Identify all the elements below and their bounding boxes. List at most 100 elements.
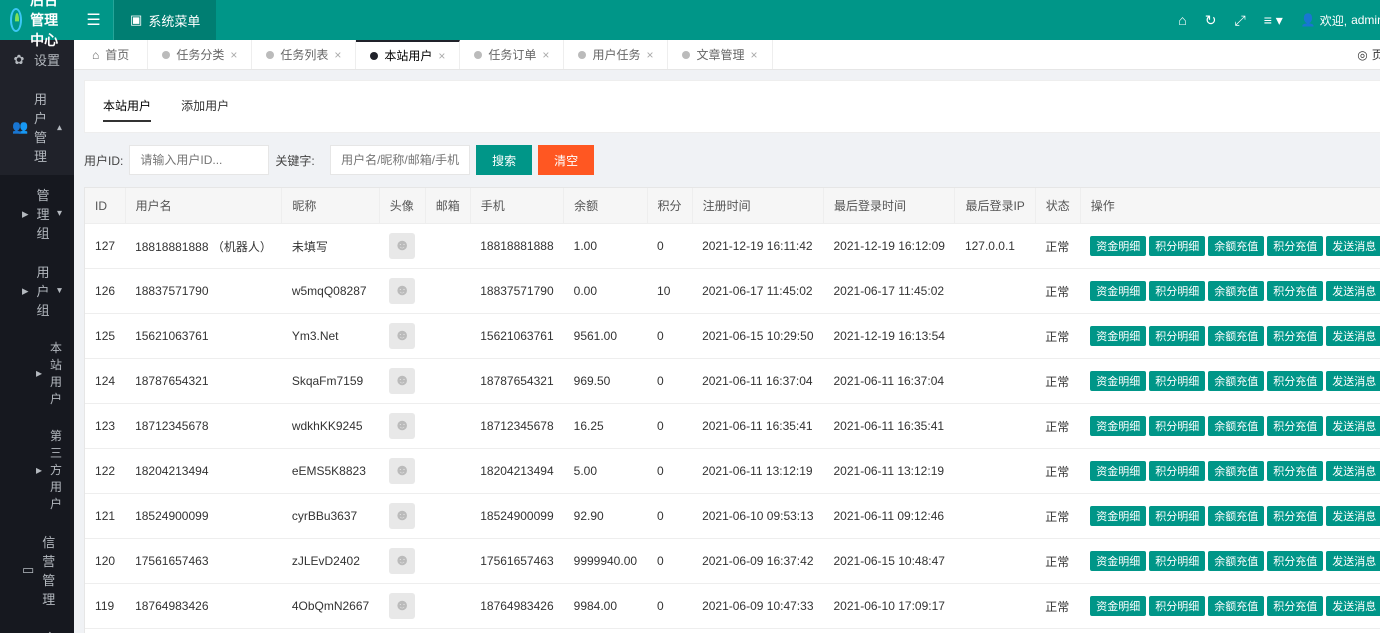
op-point-detail[interactable]: 积分明细 — [1149, 596, 1205, 616]
op-send-msg[interactable]: 发送消息 — [1326, 461, 1380, 481]
op-balance-topup[interactable]: 余额充值 — [1208, 506, 1264, 526]
sidebar-item-user-group[interactable]: ▸用户组 ▴ — [0, 252, 74, 329]
cell-email — [425, 224, 470, 269]
cell-ops: 资金明细积分明细余额充值积分充值发送消息拉黑 — [1080, 314, 1380, 359]
op-point-topup[interactable]: 积分充值 — [1267, 596, 1323, 616]
tab-home[interactable]: ⌂首页 — [74, 40, 148, 69]
op-point-topup[interactable]: 积分充值 — [1267, 326, 1323, 346]
op-fund-detail[interactable]: 资金明细 — [1090, 596, 1146, 616]
tab-site-users[interactable]: 本站用户× — [356, 40, 460, 69]
cell-points: 0 — [647, 584, 692, 629]
close-icon[interactable]: × — [230, 48, 237, 62]
op-point-detail[interactable]: 积分明细 — [1149, 326, 1205, 346]
op-fund-detail[interactable]: 资金明细 — [1090, 326, 1146, 346]
op-balance-topup[interactable]: 余额充值 — [1208, 551, 1264, 571]
cell-mobile: 18818881888 — [470, 224, 563, 269]
op-send-msg[interactable]: 发送消息 — [1326, 371, 1380, 391]
cell-avatar: ☻ — [379, 314, 425, 359]
op-fund-detail[interactable]: 资金明细 — [1090, 281, 1146, 301]
op-balance-topup[interactable]: 余额充值 — [1208, 371, 1264, 391]
op-balance-topup[interactable]: 余额充值 — [1208, 326, 1264, 346]
op-point-detail[interactable]: 积分明细 — [1149, 371, 1205, 391]
clear-button[interactable]: 清空 — [538, 145, 594, 175]
op-send-msg[interactable]: 发送消息 — [1326, 281, 1380, 301]
page-ops-button[interactable]: ◎页面操作▾ — [1343, 40, 1380, 69]
uid-input[interactable] — [129, 145, 269, 175]
op-fund-detail[interactable]: 资金明细 — [1090, 506, 1146, 526]
search-button[interactable]: 搜索 — [476, 145, 532, 175]
op-send-msg[interactable]: 发送消息 — [1326, 236, 1380, 256]
tab-task-cat[interactable]: 任务分类× — [148, 40, 252, 69]
cell-balance: 969.50 — [564, 359, 647, 404]
sidebar-item-site-users[interactable]: ▸本站用户 — [0, 329, 74, 417]
op-point-detail[interactable]: 积分明细 — [1149, 281, 1205, 301]
logo[interactable]: 后台管理中心 — [0, 0, 74, 40]
close-icon[interactable]: × — [646, 48, 653, 62]
cell-ip — [955, 494, 1035, 539]
close-icon[interactable]: × — [334, 48, 341, 62]
close-icon[interactable]: × — [542, 48, 549, 62]
fullscreen-icon[interactable]: ⤢ — [1234, 12, 1245, 29]
tab-user-task[interactable]: 用户任务× — [564, 40, 668, 69]
sidebar-item-third-users[interactable]: ▸第三方用户 — [0, 417, 74, 522]
sys-menu-button[interactable]: ▣系统菜单 — [114, 0, 216, 40]
refresh-icon[interactable]: ↻ — [1205, 12, 1217, 29]
tab-task-list[interactable]: 任务列表× — [252, 40, 356, 69]
op-send-msg[interactable]: 发送消息 — [1326, 596, 1380, 616]
cell-username: 18764983426 — [125, 584, 282, 629]
caret-icon: ▸ — [36, 366, 42, 380]
th-username: 用户名 — [125, 188, 282, 224]
table-row: 12218204213494eEMS5K8823☻182042134945.00… — [85, 449, 1380, 494]
subtab-site-users[interactable]: 本站用户 — [103, 91, 151, 122]
dot-icon — [266, 51, 274, 59]
op-point-topup[interactable]: 积分充值 — [1267, 461, 1323, 481]
home-icon[interactable]: ⌂ — [1178, 12, 1186, 28]
op-balance-topup[interactable]: 余额充值 — [1208, 416, 1264, 436]
op-point-detail[interactable]: 积分明细 — [1149, 236, 1205, 256]
cell-mobile: 18712345678 — [470, 404, 563, 449]
op-fund-detail[interactable]: 资金明细 — [1090, 416, 1146, 436]
op-fund-detail[interactable]: 资金明细 — [1090, 551, 1146, 571]
op-balance-topup[interactable]: 余额充值 — [1208, 281, 1264, 301]
op-fund-detail[interactable]: 资金明细 — [1090, 371, 1146, 391]
close-icon[interactable]: × — [750, 48, 757, 62]
close-icon[interactable]: × — [438, 49, 445, 63]
tab-article-mgmt[interactable]: 文章管理× — [668, 40, 772, 69]
op-send-msg[interactable]: 发送消息 — [1326, 551, 1380, 571]
subtab-add-user[interactable]: 添加用户 — [181, 91, 229, 122]
op-send-msg[interactable]: 发送消息 — [1326, 506, 1380, 526]
op-point-topup[interactable]: 积分充值 — [1267, 551, 1323, 571]
op-send-msg[interactable]: 发送消息 — [1326, 326, 1380, 346]
cell-points: 0 — [647, 629, 692, 633]
sidebar-item-msg-mgmt[interactable]: ▭信营管理 — [0, 522, 74, 618]
op-point-topup[interactable]: 积分充值 — [1267, 371, 1323, 391]
op-point-detail[interactable]: 积分明细 — [1149, 551, 1205, 571]
op-point-detail[interactable]: 积分明细 — [1149, 461, 1205, 481]
sidebar-item-admin-group[interactable]: ▸管理组 ▾ — [0, 175, 74, 252]
op-balance-topup[interactable]: 余额充值 — [1208, 461, 1264, 481]
chevron-down-icon: ▾ — [57, 208, 62, 219]
op-point-detail[interactable]: 积分明细 — [1149, 416, 1205, 436]
th-points: 积分 — [647, 188, 692, 224]
sidebar-item-member-level[interactable]: ☺会员级别 — [0, 618, 74, 633]
keyword-input[interactable] — [330, 145, 470, 175]
cell-ops: 资金明细积分明细余额充值积分充值发送消息拉黑 — [1080, 269, 1380, 314]
lines-icon[interactable]: ≡ ▾ — [1264, 12, 1283, 29]
welcome-user[interactable]: 👤 欢迎, admin ▾ — [1301, 12, 1380, 29]
sidebar-item-user-mgmt[interactable]: 👥用户管理 ▾ — [0, 79, 74, 175]
toggle-sidebar-button[interactable]: ☰ — [74, 0, 114, 40]
chevron-up-icon: ▴ — [57, 285, 62, 296]
sidebar-item-settings[interactable]: ✿设置 — [0, 40, 74, 79]
op-balance-topup[interactable]: 余额充值 — [1208, 236, 1264, 256]
op-balance-topup[interactable]: 余额充值 — [1208, 596, 1264, 616]
tab-task-order[interactable]: 任务订单× — [460, 40, 564, 69]
save-icon: ▣ — [130, 12, 142, 28]
op-point-topup[interactable]: 积分充值 — [1267, 506, 1323, 526]
op-point-topup[interactable]: 积分充值 — [1267, 236, 1323, 256]
op-fund-detail[interactable]: 资金明细 — [1090, 461, 1146, 481]
op-point-topup[interactable]: 积分充值 — [1267, 281, 1323, 301]
op-fund-detail[interactable]: 资金明细 — [1090, 236, 1146, 256]
op-point-detail[interactable]: 积分明细 — [1149, 506, 1205, 526]
op-send-msg[interactable]: 发送消息 — [1326, 416, 1380, 436]
op-point-topup[interactable]: 积分充值 — [1267, 416, 1323, 436]
